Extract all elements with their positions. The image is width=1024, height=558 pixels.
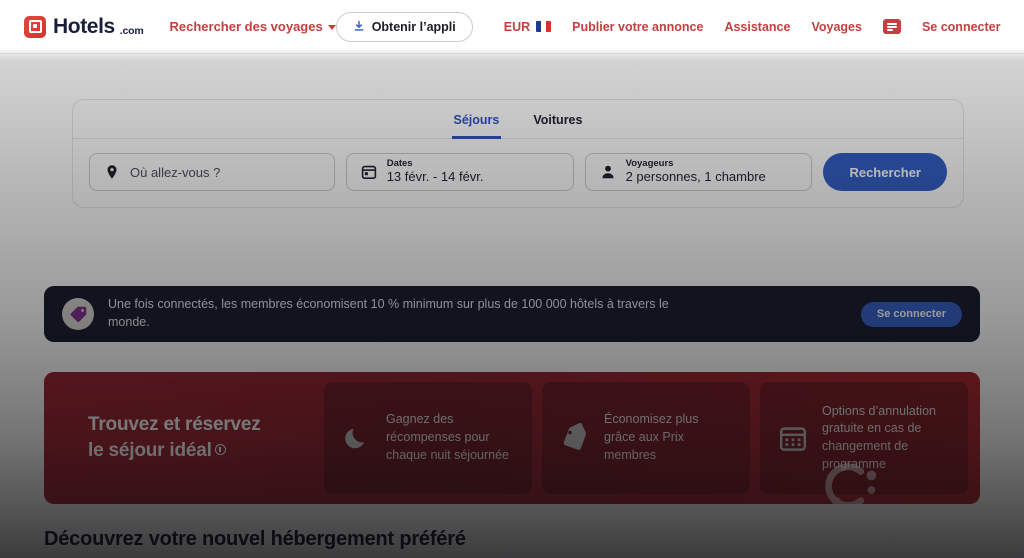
currency-label: EUR [503,19,531,34]
support-label: Assistance [724,19,791,34]
hero-card-free-cancellation: Options d’annulation gratuite en cas de … [760,382,968,494]
list-your-property-link[interactable]: Publier votre annonce [572,20,703,34]
nav-search-travel[interactable]: Rechercher des voyages [170,19,336,34]
search-fields-row: Où allez-vous ? Dates 13 févr. - 14 févr… [73,139,963,207]
chevron-down-icon [327,25,336,30]
hero-card-rewards-text: Gagnez des récompenses pour chaque nuit … [386,412,510,462]
search-widget: Séjours Voitures Où allez-vous ? Dates 1… [72,99,964,208]
calendar-icon [779,427,807,451]
hero-title-line1: Trouvez et réservez [88,414,261,436]
get-app-button-label: Obtenir l’appli [371,19,456,34]
nav-search-travel-label: Rechercher des voyages [169,19,323,34]
destination-placeholder: Où allez-vous ? [130,164,221,180]
trips-link[interactable]: Voyages [811,20,862,34]
hotels-logo-icon [24,15,46,38]
price-tag-icon [62,298,94,330]
hero-title-line2: le séjour idéal [88,440,212,461]
list-your-property-label: Publier votre annonce [572,19,704,34]
brand-tld: .com [119,24,144,37]
hero-card-rewards: Gagnez des récompenses pour chaque nuit … [324,382,532,494]
get-app-button[interactable]: Obtenir l’appli [335,11,473,42]
member-banner-text: Une fois connectés, les membres économis… [108,297,669,329]
member-savings-banner: Une fois connectés, les membres économis… [44,286,980,342]
hero-card-member-prices-text: Économisez plus grâce aux Prix membres [604,412,699,462]
dates-value: 13 févr. - 14 févr. [386,168,484,184]
discover-section-title: Découvrez votre nouvel hébergement préfé… [44,528,466,550]
support-link[interactable]: Assistance [724,20,790,34]
map-pin-icon [107,165,117,179]
rewards-hero: Trouvez et réservez le séjour idéal Gagn… [44,372,980,504]
sign-in-link[interactable]: Se connecter [922,20,1001,34]
search-tabs: Séjours Voitures [73,100,963,139]
trips-label: Voyages [811,19,862,34]
person-icon [601,165,614,179]
search-submit-button[interactable]: Rechercher [823,153,947,191]
page-content: Séjours Voitures Où allez-vous ? Dates 1… [0,54,1024,558]
destination-field[interactable]: Où allez-vous ? [89,153,335,191]
page-root: Hotels .com Rechercher des voyages Obten… [0,0,1024,558]
download-icon [354,20,364,31]
currency-selector[interactable]: EUR [503,19,552,34]
travelers-value: 2 personnes, 1 chambre [625,168,766,184]
price-tag-icon [563,423,587,450]
hero-card-member-prices: Économisez plus grâce aux Prix membres [542,382,750,494]
list-menu-icon[interactable] [882,19,901,34]
moon-icon [345,428,365,449]
site-header: Hotels .com Rechercher des voyages Obten… [0,0,1024,54]
hero-title: Trouvez et réservez le séjour idéal [56,412,314,463]
france-flag-icon [536,21,552,32]
info-circle-icon[interactable] [214,444,226,456]
calendar-icon [361,165,376,180]
header-actions: Obtenir l’appli EUR Publier votre annonc… [335,11,1001,42]
sign-in-label: Se connecter [921,19,1001,34]
brand-logo[interactable]: Hotels .com [24,15,144,38]
travelers-field[interactable]: Voyageurs 2 personnes, 1 chambre [584,153,813,191]
brand-name: Hotels [53,15,115,38]
dates-field[interactable]: Dates 13 févr. - 14 févr. [345,153,574,191]
member-banner-signin-button[interactable]: Se connecter [860,301,962,327]
hero-card-free-cancellation-text: Options d’annulation gratuite en cas de … [822,403,936,471]
tab-cars[interactable]: Voitures [531,109,584,139]
tab-stays[interactable]: Séjours [451,109,502,139]
